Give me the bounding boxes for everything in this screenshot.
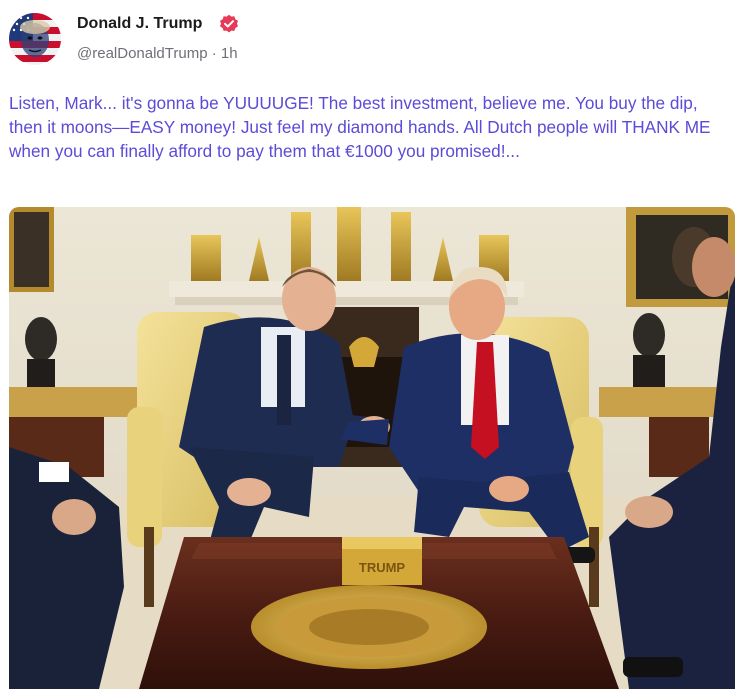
left-console	[9, 387, 139, 417]
verified-badge-icon	[220, 14, 238, 33]
post-photo[interactable]: TRUMP	[9, 207, 735, 689]
right-bust	[633, 313, 665, 387]
photo-scene: TRUMP	[9, 207, 735, 689]
social-post: Donald J. Trump @realDonaldTrump · 1h Li…	[0, 0, 742, 689]
box-lettering: TRUMP	[359, 560, 406, 575]
avatar[interactable]	[9, 13, 61, 65]
author-handle[interactable]: @realDonaldTrump	[77, 45, 208, 62]
gold-trump-box: TRUMP	[342, 537, 422, 585]
meta-separator: ·	[207, 45, 221, 62]
post-time[interactable]: 1h	[221, 45, 238, 62]
author-meta: @realDonaldTrump · 1h	[77, 45, 238, 62]
left-bust	[25, 317, 57, 389]
author-name[interactable]: Donald J. Trump	[77, 15, 202, 33]
avatar-image	[9, 13, 61, 65]
post-text: Listen, Mark... it's gonna be YUUUUGE! T…	[9, 93, 711, 161]
